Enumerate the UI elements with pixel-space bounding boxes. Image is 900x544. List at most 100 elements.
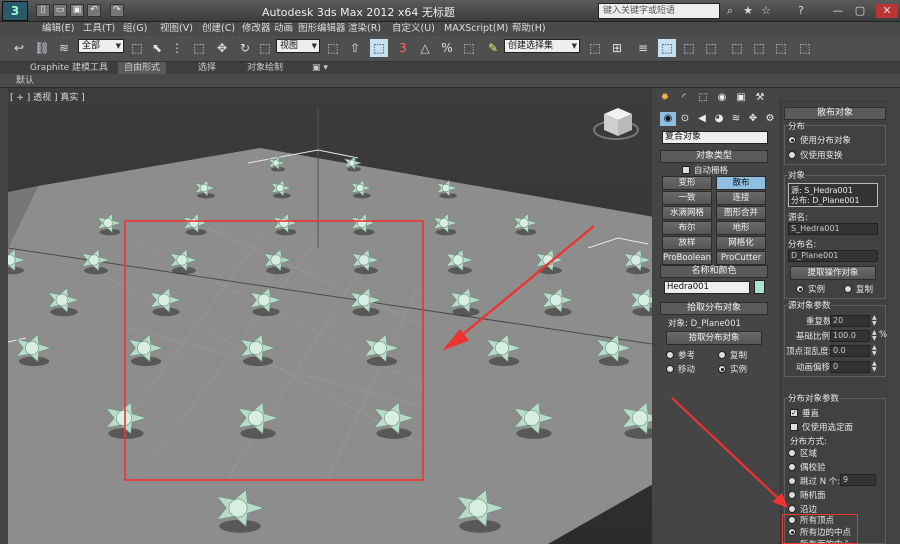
vertex-chaos-spinner[interactable]: ▲ ▼: [872, 345, 878, 357]
render-setup-icon[interactable]: ⬚: [750, 39, 768, 57]
minimize-icon[interactable]: —: [830, 4, 846, 18]
shapes-icon[interactable]: ⊙: [677, 112, 693, 126]
category-dropdown[interactable]: 复合对象: [662, 131, 768, 144]
utilities-tab-icon[interactable]: ⚒: [752, 91, 768, 105]
help-icon[interactable]: ?: [793, 4, 809, 18]
geometry-icon[interactable]: ◉: [660, 112, 676, 126]
schematic-view-icon[interactable]: ⬚: [702, 39, 720, 57]
open-file-icon[interactable]: ▭: [53, 4, 67, 17]
perspective-viewport[interactable]: [8, 88, 652, 544]
spinner-snap-icon[interactable]: ⬚: [460, 39, 478, 57]
snaps-toggle-icon[interactable]: 3: [394, 39, 412, 57]
menu-group[interactable]: 组(G): [123, 22, 147, 36]
selection-filter-dropdown[interactable]: 全部: [78, 39, 124, 53]
cameras-icon[interactable]: ◕: [711, 112, 727, 126]
bind-spacewarp-icon[interactable]: ≋: [55, 39, 73, 57]
rect-selection-icon[interactable]: ⋮: [168, 39, 186, 57]
tab-object-paint[interactable]: 对象绘制: [247, 62, 283, 74]
select-move-icon[interactable]: ✥: [213, 39, 231, 57]
extract-instance-radio[interactable]: [796, 285, 804, 293]
conform-button[interactable]: 一致: [662, 191, 712, 205]
modify-tab-icon[interactable]: ◜: [676, 91, 692, 105]
hierarchy-tab-icon[interactable]: ⬚: [695, 91, 711, 105]
source-name-input[interactable]: S_Hedra001: [788, 223, 878, 235]
search-input[interactable]: 键入关键字或短语: [598, 3, 720, 19]
menu-customize[interactable]: 自定义(U): [392, 22, 435, 36]
subscription-icon[interactable]: ★: [740, 4, 756, 18]
vertex-chaos-input[interactable]: 0.0: [830, 345, 870, 357]
move-radio[interactable]: [666, 365, 674, 373]
align-icon[interactable]: ⊞: [608, 39, 626, 57]
menu-edit[interactable]: 编辑(E): [42, 22, 74, 36]
pick-distribution-button[interactable]: 拾取分布对象: [666, 331, 762, 345]
menu-create[interactable]: 创建(C): [202, 22, 235, 36]
edit-named-selection-icon[interactable]: ✎: [484, 39, 502, 57]
material-editor-icon[interactable]: ⬚: [728, 39, 746, 57]
duplicates-spinner[interactable]: ▲ ▼: [872, 315, 878, 327]
select-object-icon[interactable]: ⬚: [128, 39, 146, 57]
morph-button[interactable]: 变形: [662, 176, 712, 190]
object-color-swatch[interactable]: [754, 280, 765, 294]
close-icon[interactable]: ✕: [876, 4, 898, 18]
anim-offset-input[interactable]: 0: [830, 361, 870, 373]
use-distribution-radio[interactable]: [788, 136, 796, 144]
copy-radio[interactable]: [718, 351, 726, 359]
tab-graphite-modeling[interactable]: Graphite 建模工具: [30, 62, 108, 74]
mirror-icon[interactable]: ⬚: [586, 39, 604, 57]
ribbon-options-icon[interactable]: ▣ ▾: [312, 62, 328, 74]
percent-snap-icon[interactable]: %: [438, 39, 456, 57]
object-name-input[interactable]: Hedra001: [664, 281, 750, 294]
connect-button[interactable]: 连接: [716, 191, 766, 205]
unlink-icon[interactable]: ⛓: [33, 39, 51, 57]
use-transforms-radio[interactable]: [788, 151, 796, 159]
procutter-button[interactable]: ProCutter: [716, 251, 766, 265]
keyboard-shortcut-icon[interactable]: ⬚: [370, 39, 388, 57]
select-manipulate-icon[interactable]: ⇧: [346, 39, 364, 57]
helpers-icon[interactable]: ≋: [728, 112, 744, 126]
viewport-label[interactable]: [ + ] 透视 ] 真实 ]: [10, 90, 85, 103]
app-logo-icon[interactable]: 3: [2, 1, 28, 21]
select-scale-icon[interactable]: ⬚: [256, 39, 274, 57]
menu-views[interactable]: 视图(V): [160, 22, 193, 36]
proboolean-button[interactable]: ProBoolean: [662, 251, 712, 265]
lights-icon[interactable]: ◀: [694, 112, 710, 126]
menu-modifiers[interactable]: 修改器: [242, 22, 271, 36]
save-file-icon[interactable]: ▣: [70, 4, 84, 17]
object-type-header[interactable]: 对象类型: [660, 150, 768, 163]
layer-manager-icon[interactable]: ≡: [634, 39, 652, 57]
ref-coord-dropdown[interactable]: 视图: [276, 39, 320, 53]
create-tab-icon[interactable]: ✹: [657, 91, 673, 105]
undo-icon[interactable]: ↶: [87, 4, 101, 17]
scatter-button[interactable]: 散布: [716, 176, 766, 190]
spacewarps-icon[interactable]: ✥: [745, 112, 761, 126]
distribution-name-input[interactable]: D_Plane001: [788, 250, 878, 262]
mesher-button[interactable]: 网格化: [716, 236, 766, 250]
new-file-icon[interactable]: ▯: [36, 4, 50, 17]
redo-icon[interactable]: ↷: [110, 4, 124, 17]
skip-n-input[interactable]: 9: [840, 474, 876, 486]
curve-editor-icon[interactable]: ⬚: [680, 39, 698, 57]
terrain-button[interactable]: 地形: [716, 221, 766, 235]
motion-tab-icon[interactable]: ◉: [714, 91, 730, 105]
menu-animation[interactable]: 动画: [274, 22, 293, 36]
pick-distribution-header[interactable]: 拾取分布对象: [660, 302, 768, 315]
scatter-objects-header[interactable]: 散布对象: [784, 107, 886, 120]
name-color-header[interactable]: 名称和颜色: [660, 265, 768, 278]
tab-freeform[interactable]: 自由形式: [118, 62, 167, 74]
loft-button[interactable]: 放样: [662, 236, 712, 250]
instance-radio[interactable]: [718, 365, 726, 373]
rendered-frame-icon[interactable]: ⬚: [772, 39, 790, 57]
menu-maxscript[interactable]: MAXScript(M): [444, 22, 508, 36]
blobmesh-button[interactable]: 水滴网格: [662, 206, 712, 220]
display-tab-icon[interactable]: ▣: [733, 91, 749, 105]
duplicates-input[interactable]: 20: [830, 315, 870, 327]
search-icon[interactable]: ⌕: [722, 4, 738, 18]
menu-help[interactable]: 帮助(H): [512, 22, 546, 36]
menu-graph-editors[interactable]: 图形编辑器: [298, 22, 346, 36]
tab-selection[interactable]: 选择: [198, 62, 216, 74]
shapemerge-button[interactable]: 图形合并: [716, 206, 766, 220]
menu-rendering[interactable]: 渲染(R): [348, 22, 381, 36]
base-scale-spinner[interactable]: ▲ ▼: [872, 330, 878, 342]
select-by-name-icon[interactable]: ⬉: [148, 39, 166, 57]
angle-snap-icon[interactable]: △: [416, 39, 434, 57]
